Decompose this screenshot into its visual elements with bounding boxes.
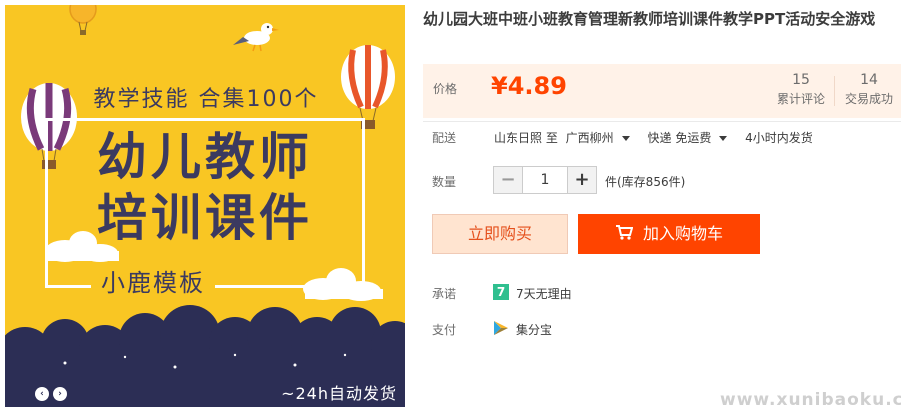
add-to-cart-button[interactable]: 加入购物车: [578, 214, 760, 254]
delivery-to-select[interactable]: 广西柳州: [566, 131, 640, 145]
image-headline-line2: 培训课件: [97, 189, 313, 247]
reviews-stat[interactable]: 15 累计评论: [769, 70, 833, 108]
seagull-icon: [233, 23, 279, 52]
promise-label: 承诺: [432, 287, 457, 301]
delivery-to: 广西柳州: [565, 131, 614, 145]
jifenbao-icon: [493, 320, 509, 336]
quantity-increase-button[interactable]: +: [568, 167, 596, 193]
quantity-decrease-button[interactable]: −: [494, 167, 522, 193]
product-image[interactable]: 教学技能 合集100个 幼儿教师 培训课件 小鹿模板 ‹ › ~24h自动发货: [5, 5, 405, 407]
image-headline-small: 教学技能 合集100个: [93, 87, 319, 112]
promise-text[interactable]: 7天无理由: [516, 285, 572, 302]
seven-days-icon: 7: [493, 284, 509, 300]
site-watermark: www.xunibaoku.com: [720, 390, 901, 410]
quantity-label: 数量: [432, 175, 457, 189]
chevron-down-icon: [621, 136, 630, 141]
delivery-row: 山东日照 至 广西柳州 快递 免运费 4小时内发货: [494, 129, 817, 146]
stat-divider: [834, 76, 835, 106]
product-title: 幼儿园大班中班小班教育管理新教师培训课件教学PPT活动安全游戏: [423, 10, 876, 28]
pay-label: 支付: [432, 323, 457, 337]
balloon-right-icon: [341, 45, 395, 129]
sales-count: 14: [860, 72, 878, 88]
quantity-input[interactable]: [522, 167, 568, 193]
delivery-ship-time: 4小时内发货: [745, 131, 813, 145]
image-headline-line1: 幼儿教师: [97, 128, 313, 186]
buy-now-button[interactable]: 立即购买: [432, 214, 568, 254]
delivery-label: 配送: [432, 131, 457, 145]
cart-icon: [615, 215, 634, 255]
price-value: ¥4.89: [491, 72, 567, 100]
delivery-method: 快递 免运费: [647, 131, 712, 145]
gallery-next-arrow-icon[interactable]: ›: [53, 387, 67, 401]
reviews-count: 15: [792, 72, 810, 88]
gallery-prev-arrow-icon[interactable]: ‹: [35, 387, 49, 401]
add-to-cart-label: 加入购物车: [642, 224, 723, 243]
auto-ship-badge: ~24h自动发货: [281, 384, 397, 403]
image-bottom-bar: ‹ › ~24h自动发货: [5, 381, 405, 407]
sales-stat: 14 交易成功: [837, 70, 901, 108]
reviews-label: 累计评论: [776, 92, 825, 106]
small-balloon-icon: [69, 5, 97, 35]
sales-label: 交易成功: [844, 92, 893, 106]
quantity-stepper: − +: [493, 166, 597, 194]
delivery-method-select[interactable]: 快递 免运费: [648, 131, 738, 145]
row-divider: [423, 121, 901, 122]
price-label: 价格: [433, 82, 458, 96]
chevron-down-icon: [719, 136, 728, 141]
stock-text: 件(库存856件): [605, 175, 686, 189]
delivery-from: 山东日照 至: [494, 131, 558, 145]
pay-text: 集分宝: [516, 323, 553, 337]
image-brand-label: 小鹿模板: [91, 263, 215, 298]
price-panel: 价格 ¥4.89 15 累计评论 14 交易成功: [423, 64, 901, 118]
